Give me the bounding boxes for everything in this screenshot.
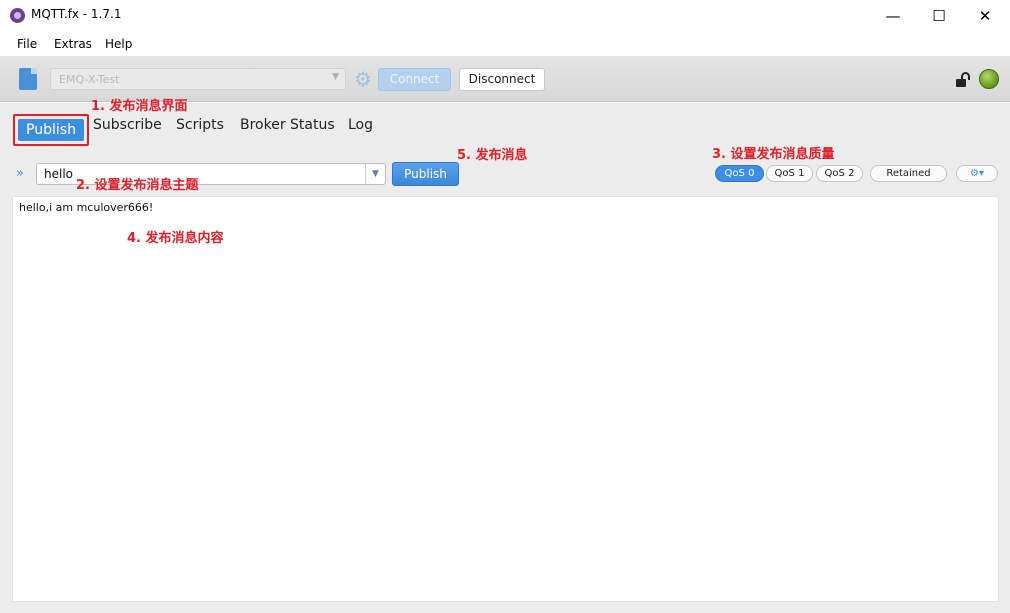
expand-icon[interactable]: » — [16, 166, 24, 181]
menu-file[interactable]: File — [17, 37, 37, 51]
tab-subscribe[interactable]: Subscribe — [93, 117, 162, 133]
menu-help[interactable]: Help — [105, 37, 132, 51]
publish-button[interactable]: Publish — [392, 162, 459, 186]
qos2-toggle[interactable]: QoS 2 — [816, 165, 863, 182]
profile-document-icon[interactable] — [19, 68, 37, 90]
frame-right — [999, 196, 1010, 602]
tab-broker-status[interactable]: Broker Status — [240, 117, 335, 133]
minimize-button[interactable]: — — [870, 0, 916, 31]
close-button[interactable]: ✕ — [962, 0, 1008, 31]
connection-profile-value: EMQ-X-Test — [59, 73, 120, 86]
title-bar: MQTT.fx - 1.7.1 — ☐ ✕ — [0, 0, 1010, 31]
annotation-publish-view: 1. 发布消息界面 — [91, 99, 188, 114]
chevron-down-icon: ▼ — [332, 72, 339, 82]
menu-bar: File Extras Help — [0, 31, 1010, 56]
connect-button[interactable]: Connect — [378, 68, 451, 91]
qos1-toggle[interactable]: QoS 1 — [766, 165, 813, 182]
maximize-button[interactable]: ☐ — [916, 0, 962, 31]
topic-dropdown-icon[interactable]: ▼ — [365, 164, 385, 184]
frame-bottom — [0, 602, 1010, 613]
annotation-publish: 5. 发布消息 — [457, 148, 528, 163]
annotation-set-qos: 3. 设置发布消息质量 — [712, 147, 835, 162]
connection-profile-select[interactable]: EMQ-X-Test ▼ — [50, 68, 346, 90]
tab-log[interactable]: Log — [348, 117, 373, 133]
settings-dropdown-icon[interactable]: ⚙▾ — [956, 165, 998, 182]
retained-toggle[interactable]: Retained — [870, 165, 947, 182]
payload-editor[interactable]: hello,i am mculover666! — [12, 196, 999, 602]
tab-publish[interactable]: Publish — [18, 119, 84, 141]
window-title: MQTT.fx - 1.7.1 — [31, 7, 122, 21]
publish-tab-highlight: Publish — [13, 114, 89, 146]
app-logo-icon — [10, 8, 25, 23]
tab-scripts[interactable]: Scripts — [176, 117, 224, 133]
menu-extras[interactable]: Extras — [54, 37, 92, 51]
disconnect-button[interactable]: Disconnect — [459, 68, 545, 91]
qos0-toggle[interactable]: QoS 0 — [715, 165, 764, 182]
gear-icon[interactable]: ⚙ — [352, 68, 374, 90]
connection-status-indicator — [979, 69, 999, 89]
frame-left — [0, 196, 12, 602]
annotation-set-topic: 2. 设置发布消息主题 — [76, 178, 199, 193]
unlocked-lock-icon — [956, 72, 970, 88]
annotation-payload: 4. 发布消息内容 — [127, 231, 224, 246]
